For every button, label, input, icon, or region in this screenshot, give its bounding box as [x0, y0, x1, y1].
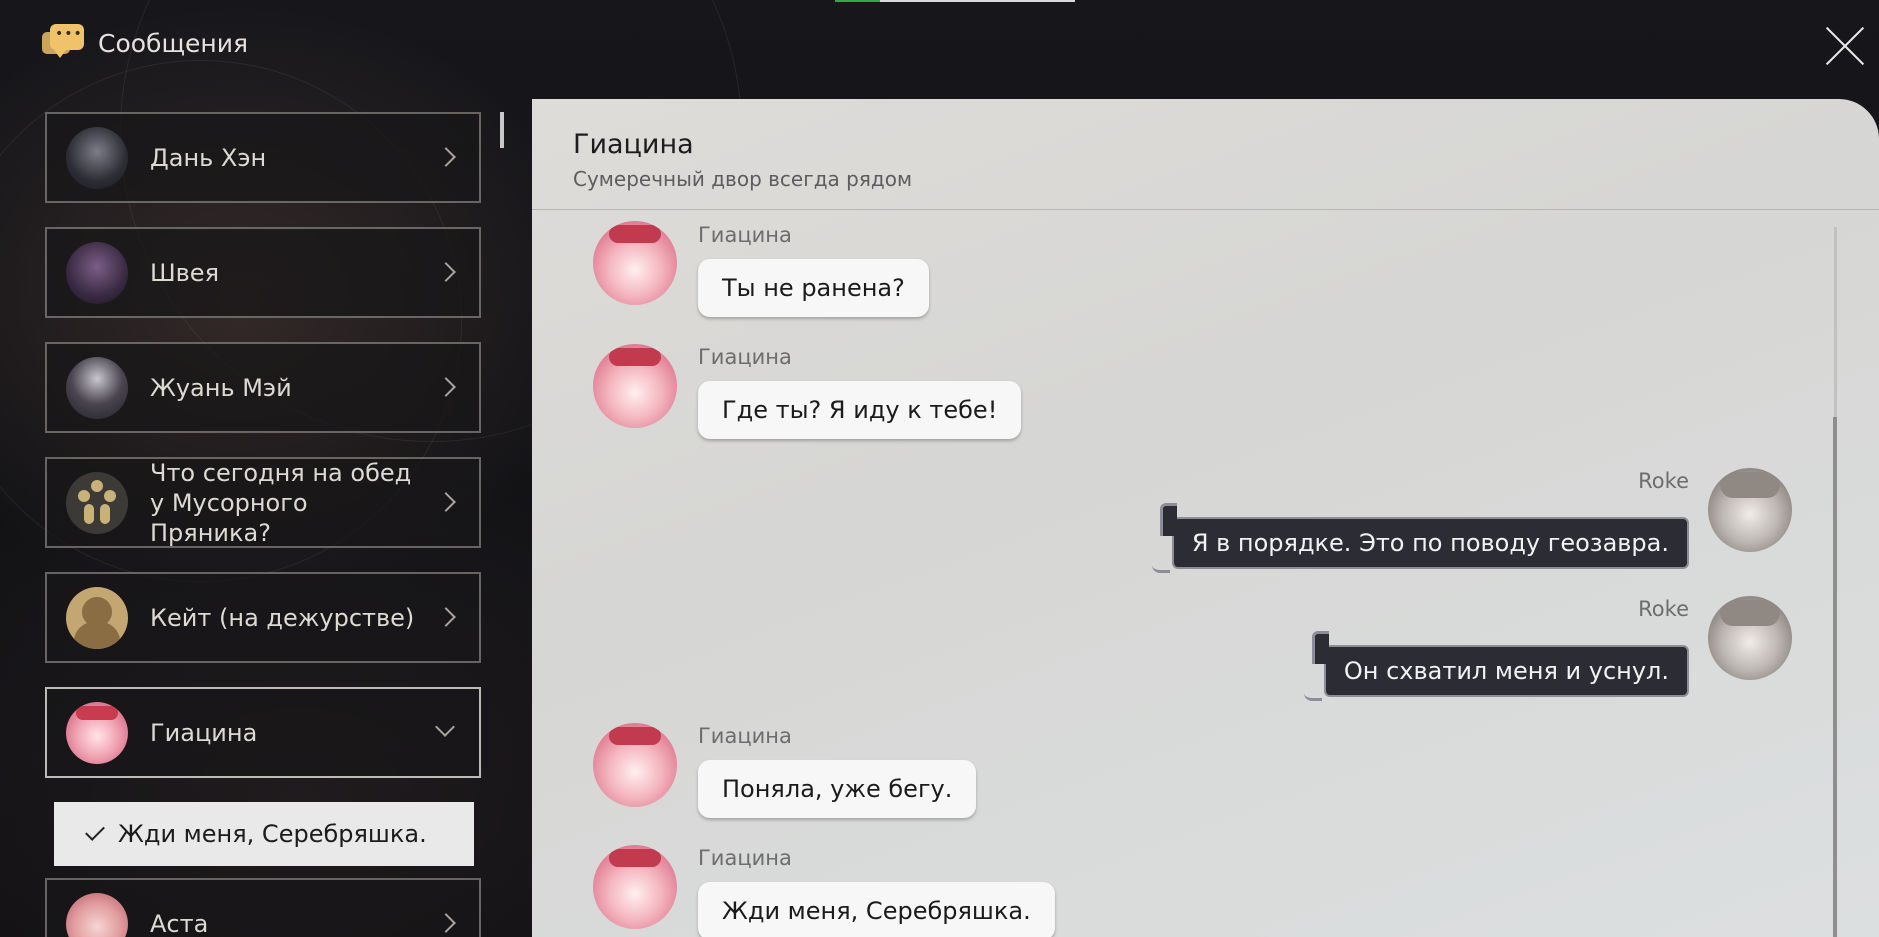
avatar	[66, 126, 128, 189]
sender-avatar	[593, 845, 677, 929]
close-icon[interactable]	[1823, 24, 1867, 68]
contact-name: Что сегодня на обед у Мусорного Пряника?	[150, 458, 412, 547]
sender-avatar	[593, 723, 677, 807]
chat-contact-name: Гиацина	[573, 129, 694, 160]
app-header: Сообщения	[40, 24, 248, 62]
avatar	[66, 701, 128, 764]
player-avatar	[1708, 596, 1792, 680]
message-bubbles-icon	[40, 24, 84, 62]
sender-avatar	[593, 221, 677, 305]
message-bubble-incoming: Поняла, уже бегу.	[698, 760, 977, 818]
chevron-right-icon	[436, 377, 456, 397]
message-bubble-outgoing: Я в порядке. Это по поводу геозавра.	[1151, 503, 1689, 573]
checkmark-icon	[85, 821, 105, 841]
contact-name: Аста	[150, 909, 209, 937]
contact-item-asta[interactable]: Аста	[45, 878, 481, 937]
selected-reply-option[interactable]: Жди меня, Серебряшка.	[54, 802, 474, 866]
message-sender: Гиацина	[698, 724, 792, 748]
message-bubble-incoming: Ты не ранена?	[698, 259, 929, 317]
chat-scrollbar-thumb[interactable]	[1833, 417, 1837, 937]
contact-item-kate[interactable]: Кейт (на дежурстве)	[45, 572, 481, 663]
contact-name: Жуань Мэй	[150, 373, 292, 402]
player-avatar	[1708, 468, 1792, 552]
contact-item-dan-heng[interactable]: Дань Хэн	[45, 112, 481, 203]
reply-option-text: Жди меня, Серебряшка.	[118, 820, 427, 848]
chevron-right-icon	[436, 913, 456, 933]
page-title: Сообщения	[98, 28, 249, 58]
message-sender: Гиацина	[698, 345, 792, 369]
chat-header: Гиацина Сумеречный двор всегда рядом	[532, 99, 1879, 210]
message-sender: Гиацина	[698, 223, 792, 247]
avatar	[66, 356, 128, 419]
contact-item-ruan-mei[interactable]: Жуань Мэй	[45, 342, 481, 433]
top-progress-strip	[835, 0, 1075, 2]
chevron-right-icon	[436, 147, 456, 167]
chevron-right-icon	[436, 262, 456, 282]
chevron-right-icon	[436, 607, 456, 627]
sender-avatar	[593, 344, 677, 428]
contact-item-shveya[interactable]: Швея	[45, 227, 481, 318]
avatar	[66, 241, 128, 304]
contact-name: Гиацина	[150, 718, 258, 747]
silhouette-avatar-icon	[66, 586, 128, 649]
contact-item-hyacine[interactable]: Гиацина	[45, 687, 481, 778]
avatar	[66, 892, 128, 937]
message-bubble-outgoing: Он схватил меня и уснул.	[1303, 631, 1689, 701]
group-avatar-icon	[66, 471, 128, 534]
chat-panel: Гиацина Сумеречный двор всегда рядом Гиа…	[532, 99, 1879, 937]
message-sender: Roke	[1638, 597, 1689, 621]
contact-list-scrollbar[interactable]	[500, 112, 504, 148]
contact-name: Швея	[150, 258, 220, 287]
message-sender: Гиацина	[698, 846, 792, 870]
message-sender: Roke	[1638, 469, 1689, 493]
contact-item-group-chat[interactable]: Что сегодня на обед у Мусорного Пряника?	[45, 457, 481, 548]
message-bubble-incoming: Жди меня, Серебряшка.	[698, 882, 1055, 937]
contact-name: Кейт (на дежурстве)	[150, 603, 415, 632]
message-bubble-incoming: Где ты? Я иду к тебе!	[698, 381, 1022, 439]
contact-name: Дань Хэн	[150, 143, 267, 172]
chat-contact-subtitle: Сумеречный двор всегда рядом	[573, 167, 913, 191]
chevron-down-icon	[435, 717, 455, 737]
chevron-right-icon	[436, 492, 456, 512]
